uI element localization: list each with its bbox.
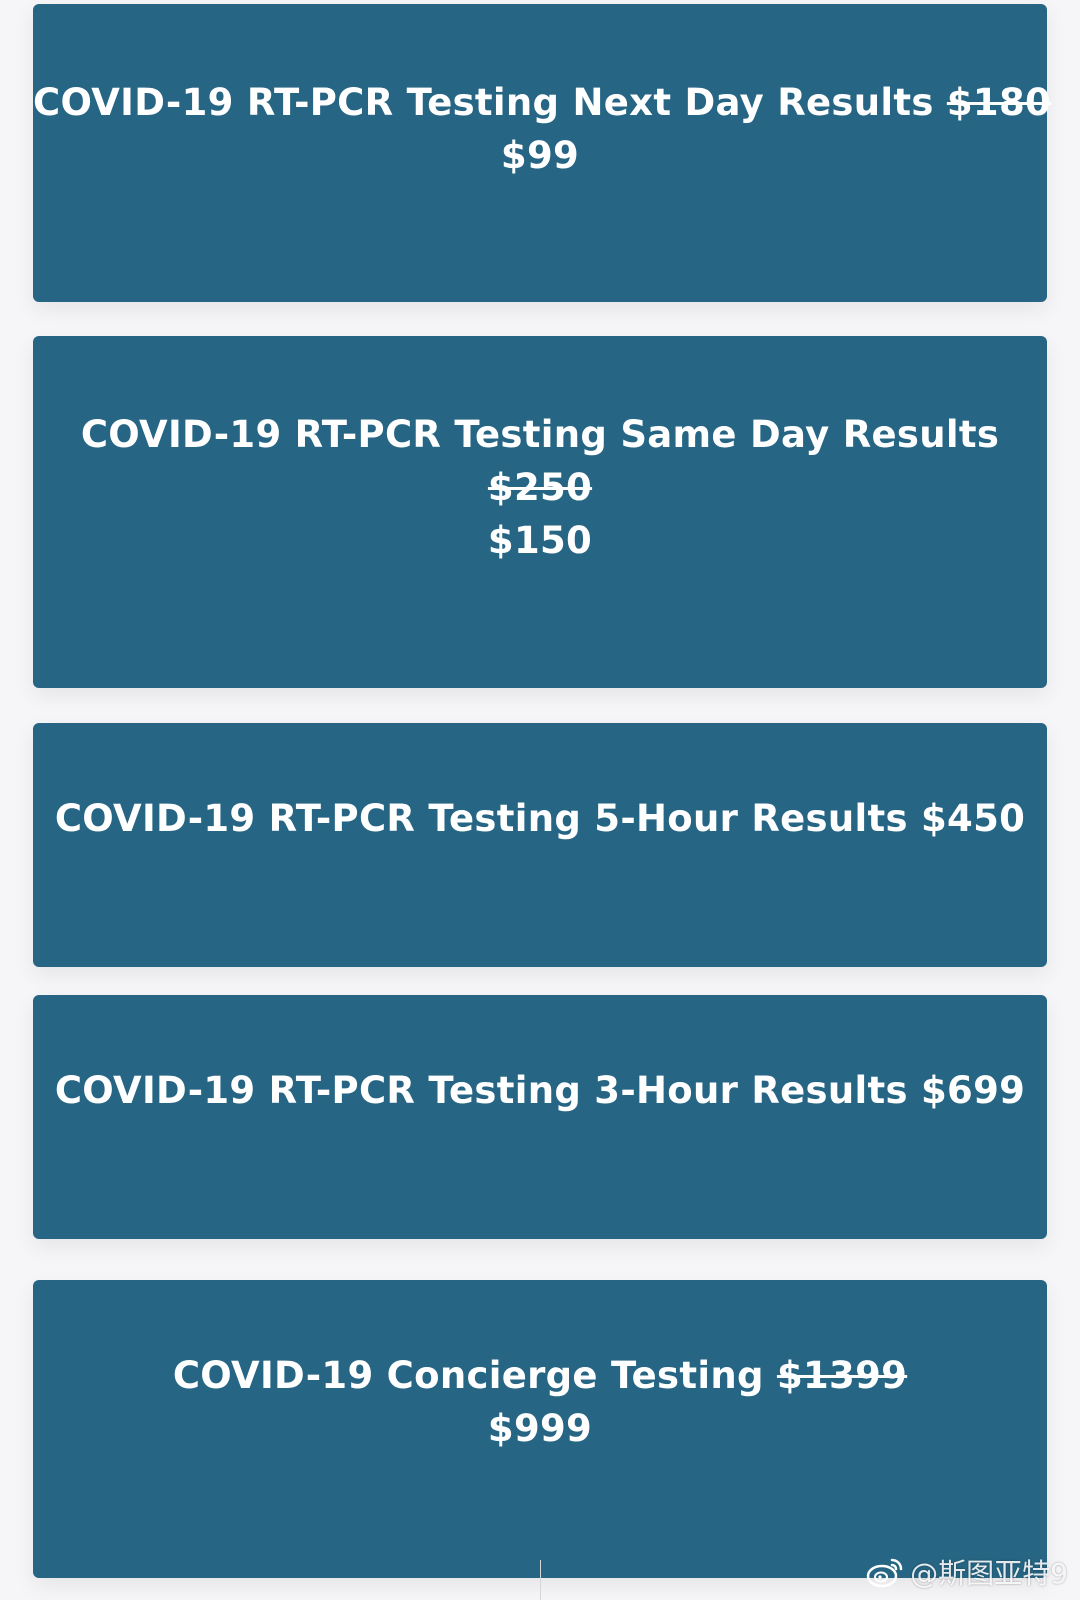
sale-price: $99: [500, 134, 580, 177]
original-price: $1399: [776, 1354, 908, 1397]
card-title: COVID-19 RT-PCR Testing 5-Hour Results: [54, 797, 908, 840]
sale-price: $999: [487, 1407, 593, 1450]
three-hour-results-card[interactable]: COVID-19 RT-PCR Testing 3-Hour Results $…: [33, 995, 1047, 1239]
card-title: COVID-19 RT-PCR Testing Same Day Results: [80, 413, 1000, 456]
price: $450: [921, 797, 1026, 840]
five-hour-results-card[interactable]: COVID-19 RT-PCR Testing 5-Hour Results $…: [33, 723, 1047, 967]
same-day-results-card[interactable]: COVID-19 RT-PCR Testing Same Day Results…: [33, 336, 1047, 688]
concierge-testing-card[interactable]: COVID-19 Concierge Testing $1399 $999: [33, 1280, 1047, 1578]
original-price: $250: [487, 466, 593, 509]
watermark: @斯图亚特9: [866, 1552, 1068, 1592]
card-title-line: COVID-19 RT-PCR Testing 3-Hour Results $…: [33, 1064, 1047, 1117]
watermark-text: @斯图亚特9: [910, 1557, 1068, 1590]
card-title: COVID-19 RT-PCR Testing Next Day Results: [33, 81, 934, 124]
divider: [540, 1560, 541, 1600]
card-title: COVID-19 Concierge Testing: [172, 1354, 764, 1397]
sale-price: $150: [487, 519, 593, 562]
weibo-icon: [866, 1558, 903, 1588]
card-title-line: COVID-19 RT-PCR Testing Next Day Results…: [33, 76, 1051, 129]
next-day-results-card[interactable]: COVID-19 RT-PCR Testing Next Day Results…: [33, 4, 1051, 302]
card-title-line: COVID-19 Concierge Testing $1399: [33, 1349, 1047, 1402]
original-price-line: $250: [33, 461, 1047, 514]
price: $699: [921, 1069, 1026, 1112]
original-price: $180: [946, 81, 1052, 124]
card-title-line: COVID-19 RT-PCR Testing 5-Hour Results $…: [33, 792, 1047, 845]
card-title: COVID-19 RT-PCR Testing 3-Hour Results: [54, 1069, 908, 1112]
